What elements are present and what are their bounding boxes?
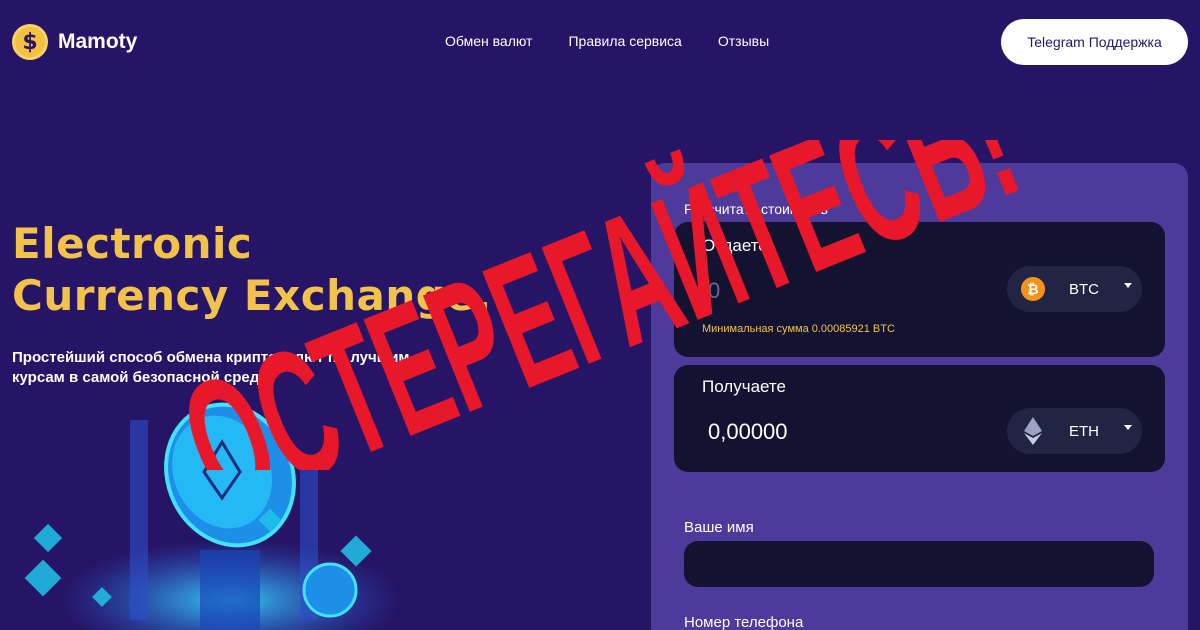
give-currency-select[interactable]: ₿ BTC	[1007, 266, 1142, 312]
chevron-down-icon	[1124, 283, 1132, 288]
name-label: Ваше имя	[684, 519, 754, 536]
bitcoin-icon: ₿	[1021, 277, 1045, 301]
crypto-isometric-illustration	[24, 402, 400, 630]
ethereum-icon	[1021, 417, 1045, 445]
get-box: Получаете 0,00000 ETH	[674, 365, 1165, 472]
name-field[interactable]	[684, 541, 1154, 587]
nav-rules-link[interactable]: Правила сервиса	[568, 33, 681, 49]
hero-subtitle: Простейший способ обмена криптовалют по …	[12, 349, 410, 386]
nav-reviews-link[interactable]: Отзывы	[718, 33, 769, 49]
get-amount-input[interactable]: 0,00000	[708, 419, 788, 445]
telegram-support-button[interactable]: Telegram Поддержка	[1001, 19, 1188, 65]
give-label: Отдаете	[702, 236, 768, 255]
give-amount-input[interactable]: 0	[708, 278, 720, 304]
chevron-down-icon	[1124, 425, 1132, 430]
get-currency-name: ETH	[1069, 422, 1099, 440]
main-nav: Обмен валют Правила сервиса Отзывы	[445, 33, 769, 49]
phone-label: Номер телефона	[684, 614, 804, 630]
logo[interactable]: $ Mamoty	[12, 24, 137, 60]
nav-exchange-link[interactable]: Обмен валют	[445, 33, 532, 49]
min-sum-text: Минимальная сумма 0.00085921 BTC	[702, 323, 895, 335]
calc-label: Рассчитать стоимость	[684, 201, 828, 217]
hero-title-line2: Currency Exchange.	[12, 271, 492, 320]
hero-title-line1: Electronic	[12, 219, 253, 268]
give-box: Отдаете 0 ₿ BTC Минимальная сумма 0.0008…	[674, 222, 1165, 357]
get-currency-select[interactable]: ETH	[1007, 408, 1142, 454]
get-label: Получаете	[702, 377, 786, 396]
brand-name: Mamoty	[58, 30, 138, 53]
give-currency-name: BTC	[1069, 280, 1099, 298]
hero-title: Electronic Currency Exchange.	[12, 218, 492, 322]
dollar-coin-icon: $	[12, 24, 48, 60]
